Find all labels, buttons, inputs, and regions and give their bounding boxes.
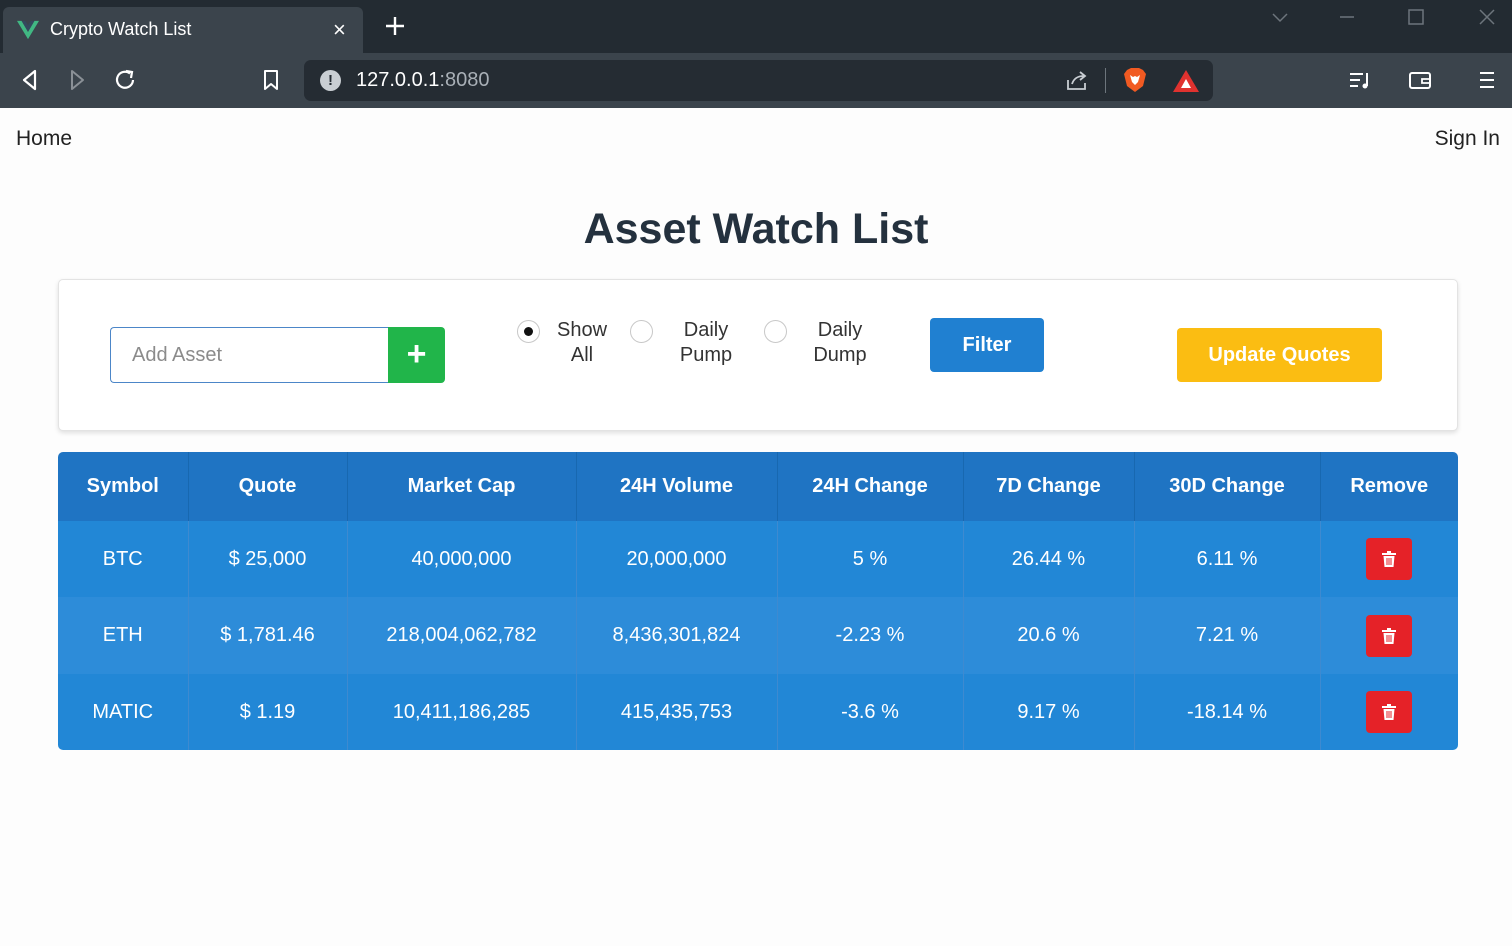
tab-title: Crypto Watch List — [50, 19, 192, 39]
nav-sign-in-link[interactable]: Sign In — [1435, 127, 1500, 151]
filter-label-line: Dump — [813, 344, 867, 366]
cell-quote: $ 1.19 — [188, 674, 348, 750]
update-quotes-button[interactable]: Update Quotes — [1177, 328, 1382, 382]
filter-radio-daily-dump[interactable] — [764, 320, 787, 343]
cell-quote: $ 25,000 — [188, 521, 348, 597]
filter-button[interactable]: Filter — [930, 318, 1044, 372]
filter-label-show-all[interactable]: Show All — [549, 318, 615, 368]
vue-logo-icon — [17, 20, 39, 40]
browser-tab[interactable]: Crypto Watch List × — [3, 7, 363, 53]
trash-icon — [1382, 704, 1397, 720]
brave-shield-icon[interactable] — [1121, 66, 1149, 94]
cell-remove — [1320, 597, 1458, 674]
trash-icon — [1382, 551, 1397, 567]
remove-button[interactable] — [1366, 538, 1413, 580]
cell-change-30d: 6.11 % — [1134, 521, 1321, 597]
cell-change-7d: 20.6 % — [963, 597, 1135, 674]
column-header: Remove — [1320, 452, 1458, 521]
controls-card: + Show All Daily Pump Daily Dump Filter … — [58, 279, 1458, 431]
menu-icon[interactable] — [1474, 67, 1500, 93]
filter-label-line: All — [570, 344, 594, 366]
filter-radio-show-all[interactable] — [517, 320, 540, 343]
browser-tab-strip: Crypto Watch List × — [0, 0, 1512, 53]
cell-symbol: BTC — [58, 521, 189, 597]
url-port: :8080 — [439, 69, 490, 91]
close-icon[interactable]: × — [333, 17, 346, 43]
cell-change-24h: 5 % — [777, 521, 964, 597]
cell-symbol: ETH — [58, 597, 189, 674]
table-header-row: Symbol Quote Market Cap 24H Volume 24H C… — [58, 452, 1458, 521]
reload-icon[interactable] — [112, 67, 138, 93]
url-host: 127.0.0.1 — [356, 69, 440, 91]
table-row: MATIC $ 1.19 10,411,186,285 415,435,753 … — [58, 674, 1458, 750]
cell-remove — [1320, 521, 1458, 597]
cell-change-30d: -18.14 % — [1134, 674, 1321, 750]
cell-symbol: MATIC — [58, 674, 189, 750]
share-icon[interactable] — [1064, 68, 1090, 94]
table-row: BTC $ 25,000 40,000,000 20,000,000 5 % 2… — [58, 521, 1458, 597]
column-header[interactable]: 24H Volume — [576, 452, 778, 521]
remove-button[interactable] — [1366, 691, 1413, 733]
column-header[interactable]: 30D Change — [1134, 452, 1321, 521]
cell-market-cap: 40,000,000 — [347, 521, 577, 597]
minimize-icon[interactable] — [1336, 6, 1358, 28]
filter-label-line: Show — [556, 319, 608, 341]
cell-quote: $ 1,781.46 — [188, 597, 348, 674]
cell-change-24h: -2.23 % — [777, 597, 964, 674]
window-close-icon[interactable] — [1476, 6, 1498, 28]
cell-volume-24h: 415,435,753 — [576, 674, 778, 750]
nav-home-link[interactable]: Home — [16, 127, 72, 151]
cell-change-30d: 7.21 % — [1134, 597, 1321, 674]
playlist-icon[interactable] — [1347, 67, 1373, 93]
filter-radio-daily-pump[interactable] — [630, 320, 653, 343]
brave-rewards-icon[interactable] — [1172, 68, 1200, 94]
remove-button[interactable] — [1366, 614, 1413, 657]
url-text[interactable]: 127.0.0.1:8080 — [356, 69, 489, 92]
bookmark-icon[interactable] — [258, 67, 284, 93]
address-bar[interactable]: ! 127.0.0.1:8080 — [304, 60, 1213, 101]
filter-label-line: Daily — [683, 319, 729, 341]
column-header[interactable]: 24H Change — [777, 452, 964, 521]
cell-remove — [1320, 674, 1458, 750]
filter-label-line: Daily — [817, 319, 863, 341]
page-content: Home Sign In Asset Watch List + Show All… — [0, 108, 1512, 946]
browser-toolbar: ! 127.0.0.1:8080 — [0, 53, 1512, 108]
maximize-icon[interactable] — [1405, 6, 1427, 28]
table-row: ETH $ 1,781.46 218,004,062,782 8,436,301… — [58, 597, 1458, 674]
trash-icon — [1382, 627, 1397, 644]
back-icon[interactable] — [17, 67, 43, 93]
column-header[interactable]: Market Cap — [347, 452, 577, 521]
forward-icon[interactable] — [64, 67, 90, 93]
chevron-down-icon[interactable] — [1269, 6, 1291, 28]
add-asset-input[interactable] — [110, 327, 389, 383]
page-title: Asset Watch List — [583, 205, 929, 253]
column-header[interactable]: Symbol — [58, 452, 189, 521]
filter-label-daily-dump[interactable]: Daily Dump — [804, 318, 876, 368]
column-header[interactable]: 7D Change — [963, 452, 1135, 521]
cell-change-7d: 26.44 % — [963, 521, 1135, 597]
cell-volume-24h: 8,436,301,824 — [576, 597, 778, 674]
url-separator — [1105, 68, 1106, 93]
wallet-icon[interactable] — [1407, 67, 1433, 93]
watch-list-table: Symbol Quote Market Cap 24H Volume 24H C… — [58, 452, 1458, 750]
cell-volume-24h: 20,000,000 — [576, 521, 778, 597]
cell-market-cap: 10,411,186,285 — [347, 674, 577, 750]
cell-change-24h: -3.6 % — [777, 674, 964, 750]
add-asset-button[interactable]: + — [388, 327, 445, 383]
plus-icon[interactable] — [383, 14, 407, 38]
cell-market-cap: 218,004,062,782 — [347, 597, 577, 674]
filter-label-line: Pump — [679, 344, 733, 366]
column-header[interactable]: Quote — [188, 452, 348, 521]
info-icon[interactable]: ! — [320, 70, 341, 91]
cell-change-7d: 9.17 % — [963, 674, 1135, 750]
filter-label-daily-pump[interactable]: Daily Pump — [670, 318, 742, 368]
